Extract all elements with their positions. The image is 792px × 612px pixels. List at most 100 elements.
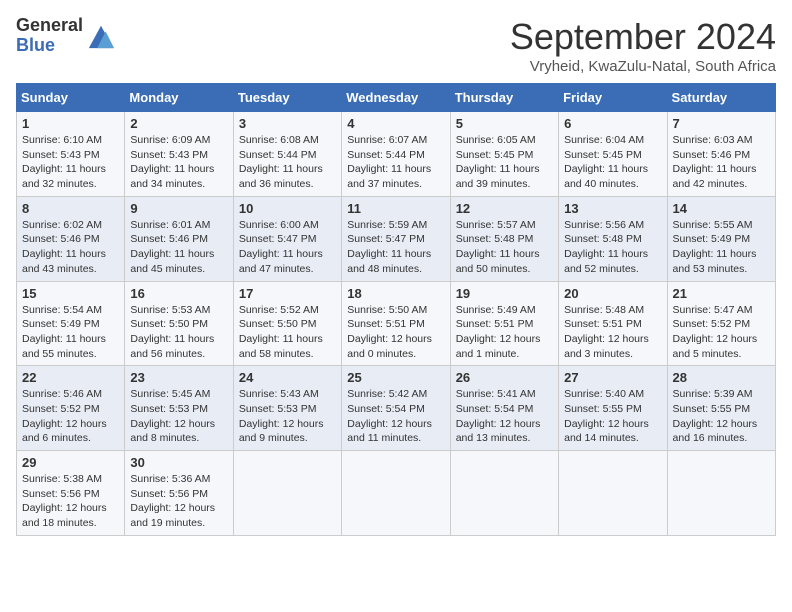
day-number: 15: [22, 286, 119, 301]
day-info: Sunrise: 5:56 AM Sunset: 5:48 PM Dayligh…: [564, 218, 661, 277]
table-row: 14Sunrise: 5:55 AM Sunset: 5:49 PM Dayli…: [667, 196, 775, 281]
table-row: [233, 451, 341, 536]
table-row: 11 Sunrise: 5:59 AM Sunset: 5:47 PM Dayli…: [342, 196, 450, 281]
day-info: Sunrise: 5:50 AM Sunset: 5:51 PM Dayligh…: [347, 303, 444, 362]
day-info: Sunrise: 5:40 AM Sunset: 5:55 PM Dayligh…: [564, 387, 661, 446]
table-row: 17 Sunrise: 5:52 AM Sunset: 5:50 PM Dayli…: [233, 281, 341, 366]
day-info: Sunrise: 5:41 AM Sunset: 5:54 PM Dayligh…: [456, 387, 553, 446]
day-info: Sunrise: 5:55 AM Sunset: 5:49 PM Dayligh…: [673, 218, 770, 277]
day-info: Sunrise: 6:01 AM Sunset: 5:46 PM Dayligh…: [130, 218, 227, 277]
day-info: Sunrise: 5:54 AM Sunset: 5:49 PM Dayligh…: [22, 303, 119, 362]
day-info: Sunrise: 6:09 AM Sunset: 5:43 PM Dayligh…: [130, 133, 227, 192]
day-number: 26: [456, 370, 553, 385]
table-row: [342, 451, 450, 536]
logo-icon: [87, 22, 115, 50]
day-info: Sunrise: 5:42 AM Sunset: 5:54 PM Dayligh…: [347, 387, 444, 446]
day-number: 7: [673, 116, 770, 131]
day-number: 20: [564, 286, 661, 301]
table-row: 9 Sunrise: 6:01 AM Sunset: 5:46 PM Daylig…: [125, 196, 233, 281]
col-saturday: Saturday: [667, 84, 775, 112]
table-row: 18 Sunrise: 5:50 AM Sunset: 5:51 PM Dayli…: [342, 281, 450, 366]
day-info: Sunrise: 5:36 AM Sunset: 5:56 PM Dayligh…: [130, 472, 227, 531]
day-info: Sunrise: 5:52 AM Sunset: 5:50 PM Dayligh…: [239, 303, 336, 362]
calendar-week-2: 8 Sunrise: 6:02 AM Sunset: 5:46 PM Daylig…: [17, 196, 776, 281]
day-number: 17: [239, 286, 336, 301]
day-info: Sunrise: 6:07 AM Sunset: 5:44 PM Dayligh…: [347, 133, 444, 192]
day-number: 5: [456, 116, 553, 131]
day-number: 23: [130, 370, 227, 385]
table-row: 6Sunrise: 6:04 AM Sunset: 5:45 PM Daylig…: [559, 112, 667, 197]
col-sunday: Sunday: [17, 84, 125, 112]
day-info: Sunrise: 6:02 AM Sunset: 5:46 PM Dayligh…: [22, 218, 119, 277]
day-number: 11: [347, 201, 444, 216]
table-row: 3 Sunrise: 6:08 AM Sunset: 5:44 PM Daylig…: [233, 112, 341, 197]
title-area: September 2024 Vryheid, KwaZulu-Natal, S…: [510, 16, 776, 75]
logo: General Blue: [16, 16, 115, 56]
table-row: 25 Sunrise: 5:42 AM Sunset: 5:54 PM Dayli…: [342, 366, 450, 451]
day-info: Sunrise: 5:46 AM Sunset: 5:52 PM Dayligh…: [22, 387, 119, 446]
table-row: 19 Sunrise: 5:49 AM Sunset: 5:51 PM Dayli…: [450, 281, 558, 366]
table-row: 10Sunrise: 6:00 AM Sunset: 5:47 PM Dayli…: [233, 196, 341, 281]
logo-text: General Blue: [16, 16, 83, 56]
day-info: Sunrise: 6:05 AM Sunset: 5:45 PM Dayligh…: [456, 133, 553, 192]
day-info: Sunrise: 6:08 AM Sunset: 5:44 PM Dayligh…: [239, 133, 336, 192]
calendar-week-4: 22Sunrise: 5:46 AM Sunset: 5:52 PM Dayli…: [17, 366, 776, 451]
table-row: 8 Sunrise: 6:02 AM Sunset: 5:46 PM Daylig…: [17, 196, 125, 281]
day-info: Sunrise: 5:47 AM Sunset: 5:52 PM Dayligh…: [673, 303, 770, 362]
col-monday: Monday: [125, 84, 233, 112]
day-info: Sunrise: 5:57 AM Sunset: 5:48 PM Dayligh…: [456, 218, 553, 277]
col-tuesday: Tuesday: [233, 84, 341, 112]
calendar-header-row: Sunday Monday Tuesday Wednesday Thursday…: [17, 84, 776, 112]
table-row: 16Sunrise: 5:53 AM Sunset: 5:50 PM Dayli…: [125, 281, 233, 366]
col-thursday: Thursday: [450, 84, 558, 112]
table-row: 27 Sunrise: 5:40 AM Sunset: 5:55 PM Dayli…: [559, 366, 667, 451]
col-friday: Friday: [559, 84, 667, 112]
calendar-week-5: 29 Sunrise: 5:38 AM Sunset: 5:56 PM Dayli…: [17, 451, 776, 536]
table-row: 30 Sunrise: 5:36 AM Sunset: 5:56 PM Dayli…: [125, 451, 233, 536]
month-title: September 2024: [510, 16, 776, 58]
calendar-week-1: 1Sunrise: 6:10 AM Sunset: 5:43 PM Daylig…: [17, 112, 776, 197]
day-number: 29: [22, 455, 119, 470]
table-row: 23 Sunrise: 5:45 AM Sunset: 5:53 PM Dayli…: [125, 366, 233, 451]
calendar-table: Sunday Monday Tuesday Wednesday Thursday…: [16, 83, 776, 536]
table-row: 7 Sunrise: 6:03 AM Sunset: 5:46 PM Daylig…: [667, 112, 775, 197]
table-row: 20Sunrise: 5:48 AM Sunset: 5:51 PM Dayli…: [559, 281, 667, 366]
day-number: 28: [673, 370, 770, 385]
table-row: 29 Sunrise: 5:38 AM Sunset: 5:56 PM Dayli…: [17, 451, 125, 536]
table-row: 1Sunrise: 6:10 AM Sunset: 5:43 PM Daylig…: [17, 112, 125, 197]
day-number: 4: [347, 116, 444, 131]
day-number: 3: [239, 116, 336, 131]
day-number: 13: [564, 201, 661, 216]
day-number: 24: [239, 370, 336, 385]
day-number: 19: [456, 286, 553, 301]
table-row: 15 Sunrise: 5:54 AM Sunset: 5:49 PM Dayli…: [17, 281, 125, 366]
day-info: Sunrise: 6:03 AM Sunset: 5:46 PM Dayligh…: [673, 133, 770, 192]
calendar-week-3: 15 Sunrise: 5:54 AM Sunset: 5:49 PM Dayli…: [17, 281, 776, 366]
day-info: Sunrise: 5:49 AM Sunset: 5:51 PM Dayligh…: [456, 303, 553, 362]
location-title: Vryheid, KwaZulu-Natal, South Africa: [510, 58, 776, 75]
day-number: 9: [130, 201, 227, 216]
day-info: Sunrise: 5:39 AM Sunset: 5:55 PM Dayligh…: [673, 387, 770, 446]
day-number: 18: [347, 286, 444, 301]
day-info: Sunrise: 5:45 AM Sunset: 5:53 PM Dayligh…: [130, 387, 227, 446]
day-info: Sunrise: 5:53 AM Sunset: 5:50 PM Dayligh…: [130, 303, 227, 362]
day-number: 25: [347, 370, 444, 385]
day-number: 21: [673, 286, 770, 301]
table-row: 5 Sunrise: 6:05 AM Sunset: 5:45 PM Daylig…: [450, 112, 558, 197]
day-info: Sunrise: 5:38 AM Sunset: 5:56 PM Dayligh…: [22, 472, 119, 531]
table-row: [450, 451, 558, 536]
table-row: 24Sunrise: 5:43 AM Sunset: 5:53 PM Dayli…: [233, 366, 341, 451]
table-row: 22Sunrise: 5:46 AM Sunset: 5:52 PM Dayli…: [17, 366, 125, 451]
table-row: [667, 451, 775, 536]
day-info: Sunrise: 6:04 AM Sunset: 5:45 PM Dayligh…: [564, 133, 661, 192]
page-header: General Blue September 2024 Vryheid, Kwa…: [16, 16, 776, 75]
table-row: 2 Sunrise: 6:09 AM Sunset: 5:43 PM Daylig…: [125, 112, 233, 197]
day-number: 27: [564, 370, 661, 385]
day-number: 8: [22, 201, 119, 216]
table-row: 13 Sunrise: 5:56 AM Sunset: 5:48 PM Dayli…: [559, 196, 667, 281]
table-row: 21 Sunrise: 5:47 AM Sunset: 5:52 PM Dayli…: [667, 281, 775, 366]
day-info: Sunrise: 5:59 AM Sunset: 5:47 PM Dayligh…: [347, 218, 444, 277]
day-number: 30: [130, 455, 227, 470]
day-number: 2: [130, 116, 227, 131]
table-row: 26 Sunrise: 5:41 AM Sunset: 5:54 PM Dayli…: [450, 366, 558, 451]
